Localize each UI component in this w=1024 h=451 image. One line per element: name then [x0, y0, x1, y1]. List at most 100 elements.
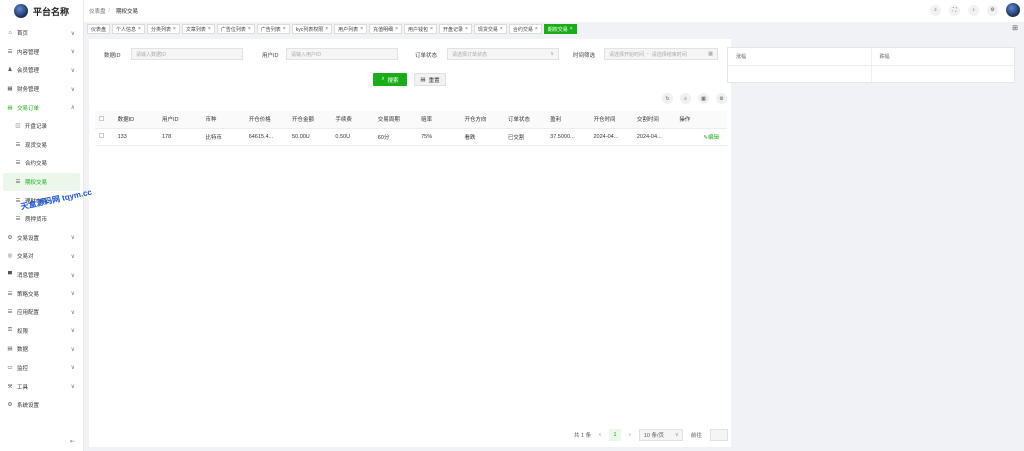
sidebar-item-label: 开盘记录	[25, 124, 48, 131]
close-icon[interactable]: ×	[138, 26, 141, 32]
prev-page-button[interactable]: ‹	[599, 432, 601, 438]
sidebar-item[interactable]: ⚒ 工具 ∨	[0, 377, 83, 396]
tab[interactable]: 个人信息 ×	[112, 24, 145, 34]
search-icon[interactable]: ⌕	[930, 4, 941, 16]
sidebar-item[interactable]: ♟ 会员管理 ∨	[0, 61, 83, 80]
tab-label: 用户列表	[338, 26, 359, 33]
sidebar-item-label: 数据	[17, 347, 29, 354]
close-icon[interactable]: ×	[535, 26, 538, 32]
sidebar-item[interactable]: ▤ 数据 ∨	[0, 340, 83, 359]
sidebar-item[interactable]: ◎ 交易对 ∨	[0, 247, 83, 266]
sidebar-item[interactable]: ⚿ 权限 ∨	[0, 322, 83, 341]
sidebar-item[interactable]: ▦ 财务管理 ∨	[0, 80, 83, 99]
tab[interactable]: 分类列表 ×	[146, 24, 180, 34]
page-number[interactable]: 1	[608, 428, 621, 441]
columns-icon[interactable]: ▦	[698, 93, 709, 104]
close-icon[interactable]: ×	[430, 26, 433, 32]
tab[interactable]: 用户列表 ×	[334, 24, 368, 34]
brand[interactable]: 平台名称	[0, 0, 83, 22]
next-page-button[interactable]: ›	[629, 432, 631, 438]
export-icon[interactable]: ⚙	[716, 93, 727, 104]
sidebar-item[interactable]: ☰ 策略交易 ∨	[0, 284, 83, 303]
gear-icon[interactable]: ⚙	[987, 4, 998, 16]
close-icon[interactable]: ×	[283, 26, 286, 32]
tab[interactable]: 用户钱包 ×	[404, 24, 437, 34]
sidebar-item[interactable]: ☰ 应用配置 ∨	[0, 303, 83, 322]
row-checkbox[interactable]	[95, 128, 114, 146]
close-icon[interactable]: ×	[325, 26, 328, 32]
sidebar-item[interactable]: ☰ 期权交易	[3, 172, 80, 192]
refresh-icon[interactable]: ↻	[662, 93, 673, 104]
table-tools: ↻ ⌕ ▦ ⚙	[662, 93, 727, 104]
sidebar-item-label: 交易设置	[17, 235, 40, 242]
search-button[interactable]: ⌕ 搜索	[373, 73, 407, 86]
tab[interactable]: 现货交易 ×	[473, 24, 507, 34]
tab-grid-icon[interactable]: ⊞	[1012, 24, 1018, 32]
table-cell: 60分	[373, 128, 418, 146]
sidebar-item[interactable]: ⌂ 首页 ∨	[0, 24, 83, 43]
sidebar-item[interactable]: ☰ 现货交易	[0, 136, 83, 155]
tab[interactable]: 仪表盘	[87, 24, 111, 34]
goto-input[interactable]	[709, 428, 728, 441]
top-bar: 仪表盘 / 期权交易 ⌕ ⛶ ♪ ⚙	[84, 0, 1024, 22]
table-cell: 0.50U	[331, 128, 374, 146]
sidebar-item[interactable]: ▀ 消息管理 ∨	[0, 266, 83, 285]
close-icon[interactable]: ×	[208, 26, 211, 32]
order-status-select[interactable]: 请选择订单状态 ∨	[447, 48, 559, 60]
tab[interactable]: 充值明细 ×	[369, 24, 403, 34]
sidebar-item-label: 消息管理	[17, 273, 40, 280]
breadcrumb-current: 期权交易	[116, 9, 139, 15]
avatar[interactable]	[1006, 3, 1020, 17]
close-icon[interactable]: ×	[360, 26, 363, 32]
filter-row: 数据ID 请输入数据ID 用户ID 请输入用户ID 订单状态 请选择订单状态 ∨…	[89, 48, 731, 61]
tab[interactable]: 期权交易 ×	[543, 24, 577, 34]
tab[interactable]: 合约交易 ×	[508, 24, 542, 34]
sidebar-item[interactable]: ◫ 开盘记录	[0, 117, 83, 136]
order-status-label: 订单状态	[415, 53, 438, 59]
sidebar-item[interactable]: ☰ 内容管理 ∨	[0, 43, 83, 62]
select-all-checkbox[interactable]	[95, 111, 114, 129]
close-icon[interactable]: ×	[570, 26, 573, 32]
orders-table: 数据ID 用户ID 币种 开仓价格 开仓金额 手续费 交易周期 赔率 开仓方向 订单状态 盈利 开仓时…	[95, 111, 727, 146]
sidebar-item[interactable]: ⚙ 交易设置 ∨	[0, 229, 83, 248]
table-row[interactable]: 133 178 比特币 64615.4... 50.00U 0.50U 60分 75% 看跌 已交…	[95, 128, 727, 146]
sidebar-item[interactable]: ▭ 监控 ∨	[0, 359, 83, 378]
time-range-picker[interactable]: 请选择开始时间 - 请选择结束时间 ▦	[604, 48, 718, 60]
column-header: 用户ID	[157, 111, 202, 129]
sidebar-item-label: 交易对	[17, 254, 34, 261]
tab[interactable]: 开盘记录 ×	[438, 24, 472, 34]
user-id-input[interactable]: 请输入用户ID	[286, 48, 398, 60]
data-id-input[interactable]: 请输入数据ID	[131, 48, 243, 60]
tab-label: kyc列表权限	[295, 26, 324, 33]
close-icon[interactable]: ×	[500, 26, 503, 32]
sidebar-item[interactable]: ☰ 质押货币	[0, 210, 83, 229]
close-icon[interactable]: ×	[465, 26, 468, 32]
sidebar-item[interactable]: ☰ 合约交易	[0, 154, 83, 173]
reset-button[interactable]: ▤ 重置	[414, 73, 446, 86]
data-id-label: 数据ID	[104, 53, 121, 59]
table-cell: 50.00U	[288, 128, 332, 146]
menu-icon: ▦	[7, 86, 13, 93]
chevron-icon: ∨	[70, 67, 75, 74]
edit-link[interactable]: ✎编辑	[703, 135, 719, 141]
close-icon[interactable]: ×	[395, 26, 398, 32]
tab[interactable]: 广告列表 ×	[256, 24, 290, 34]
fullscreen-icon[interactable]: ⛶	[949, 4, 960, 16]
sidebar: 平台名称 ⌂ 首页 ∨ ☰ 内容管理 ∨ ♟ 会员管理 ∨ ▦ 财务管理 ∨ ▤ 交易订单 ∧ ◫ 开盘记录 ☰ 现…	[0, 0, 84, 451]
tab[interactable]: 广告位列表 ×	[216, 24, 255, 34]
sidebar-item-label: 财务管理	[17, 87, 40, 94]
page-size-select[interactable]: 10 条/页 ∨	[638, 428, 683, 441]
collapse-sidebar-icon[interactable]: ⇤	[70, 438, 75, 445]
close-icon[interactable]: ×	[248, 26, 251, 32]
tab[interactable]: 文章列表 ×	[181, 24, 215, 34]
breadcrumb-home[interactable]: 仪表盘	[89, 7, 106, 15]
sidebar-item[interactable]: ⚙ 系统设置	[0, 396, 83, 415]
search-toggle-icon[interactable]: ⌕	[680, 93, 691, 104]
bell-icon[interactable]: ♪	[968, 4, 979, 16]
close-icon[interactable]: ×	[173, 26, 176, 32]
menu-icon: ⚒	[7, 383, 13, 390]
search-icon: ⌕	[381, 76, 385, 82]
edit-button[interactable]: ✎编辑	[675, 128, 727, 146]
sidebar-item[interactable]: ▤ 交易订单 ∧	[0, 98, 83, 117]
tab[interactable]: kyc列表权限 ×	[291, 24, 333, 34]
